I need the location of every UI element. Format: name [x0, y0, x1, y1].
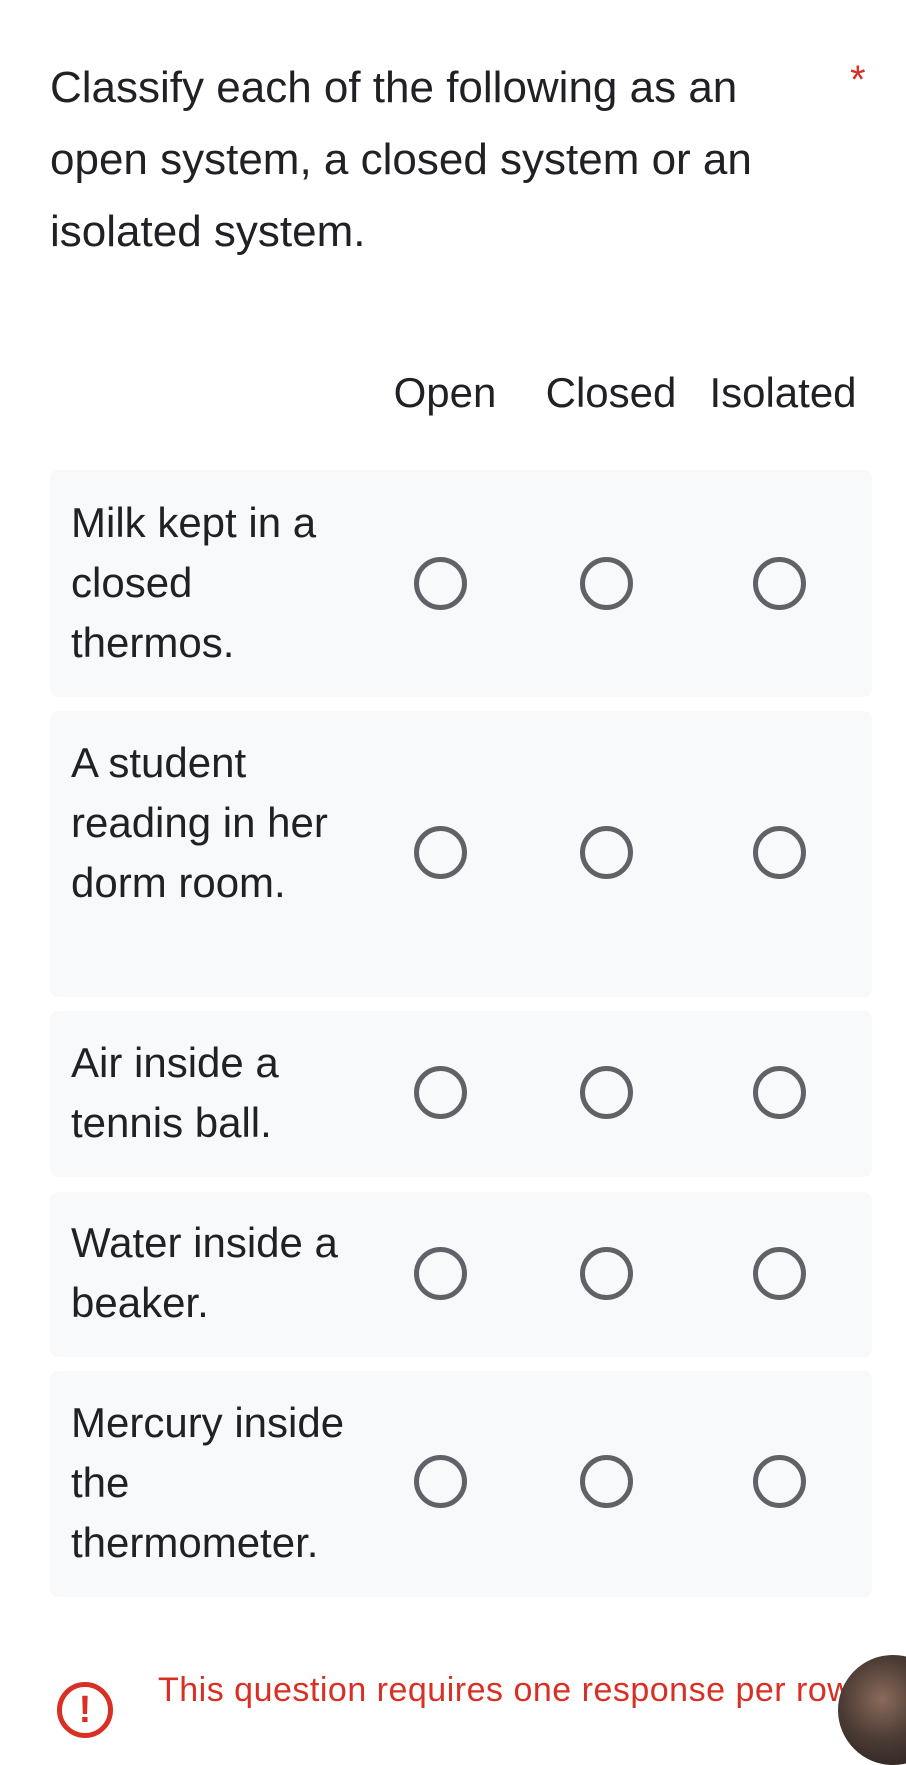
radio-closed[interactable] — [580, 557, 633, 610]
radio-isolated[interactable] — [753, 1455, 806, 1508]
row-label: Water inside a beaker. — [71, 1219, 338, 1326]
row-label: A student reading in her dorm room. — [71, 739, 328, 906]
required-asterisk: * — [850, 58, 866, 102]
radio-isolated[interactable] — [753, 557, 806, 610]
radio-open[interactable] — [414, 557, 467, 610]
error-icon: ! — [57, 1682, 113, 1738]
column-header-closed: Closed — [545, 369, 677, 416]
question-title: Classify each of the following as an ope… — [50, 63, 752, 256]
column-header-open: Open — [393, 369, 497, 416]
row-label: Mercury inside the thermometer. — [71, 1399, 345, 1566]
radio-closed[interactable] — [580, 1455, 633, 1508]
row-label: Milk kept in a closed thermos. — [71, 499, 317, 666]
radio-open[interactable] — [414, 826, 467, 879]
radio-open[interactable] — [414, 1247, 467, 1300]
radio-closed[interactable] — [580, 826, 633, 879]
column-header-isolated: Isolated — [709, 369, 857, 416]
validation-error-message: This question requires one response per … — [158, 1671, 853, 1709]
radio-isolated[interactable] — [753, 1247, 806, 1300]
row-label: Air inside a tennis ball. — [71, 1039, 279, 1146]
radio-closed[interactable] — [580, 1247, 633, 1300]
radio-isolated[interactable] — [753, 1066, 806, 1119]
grid-row: Mercury inside the thermometer. — [50, 1371, 872, 1597]
grid-row: Air inside a tennis ball. — [50, 1011, 872, 1177]
radio-closed[interactable] — [580, 1066, 633, 1119]
radio-open[interactable] — [414, 1455, 467, 1508]
grid-row: Water inside a beaker. — [50, 1192, 872, 1357]
grid-row: Milk kept in a closed thermos. — [50, 470, 872, 697]
grid-row: A student reading in her dorm room. — [50, 711, 872, 997]
radio-open[interactable] — [414, 1066, 467, 1119]
radio-isolated[interactable] — [753, 826, 806, 879]
